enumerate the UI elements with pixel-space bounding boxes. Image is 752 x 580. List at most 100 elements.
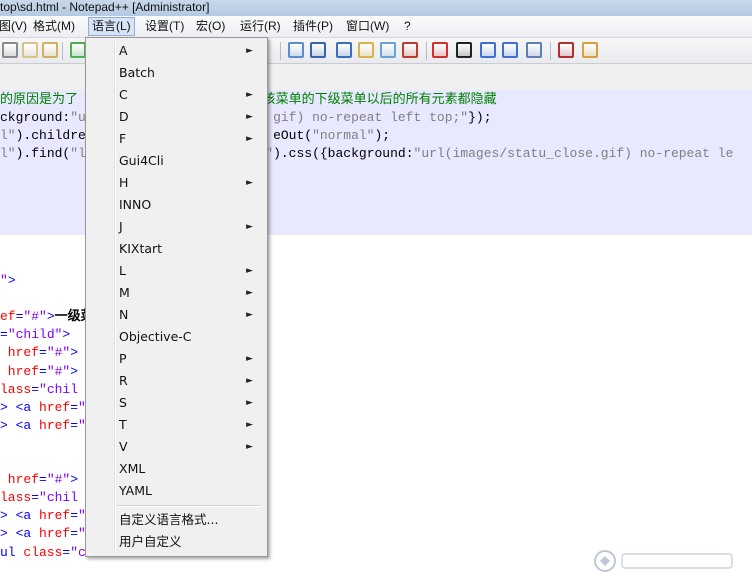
window-title-bar: top\sd.html - Notepad++ [Administrator] [0, 0, 752, 16]
user-defined-item[interactable]: 用户自定义 [88, 531, 263, 553]
code-token: }); [468, 110, 492, 126]
code-token: > [46, 309, 55, 325]
menu-item-1[interactable]: 格式(M) [30, 18, 78, 35]
stop-record-icon[interactable] [456, 42, 472, 58]
language-menu-item-label: 自定义语言格式... [119, 512, 219, 527]
language-menu-item[interactable]: D ► [88, 106, 263, 128]
code-token: = [39, 472, 47, 488]
language-menu-item[interactable]: Batch [88, 62, 263, 84]
code-token: href [0, 472, 40, 488]
code-line[interactable]: lass="chil [0, 381, 78, 399]
language-menu-item[interactable]: XML [88, 458, 263, 480]
code-line[interactable]: > <a href=" [0, 525, 86, 543]
code-line[interactable]: ="child"> [0, 326, 70, 344]
code-token: > [70, 363, 79, 379]
menu-item-0[interactable]: 图(V) [0, 18, 30, 35]
code-token: > [70, 345, 79, 361]
menu-item-6[interactable]: 插件(P) [290, 18, 336, 35]
code-token: href [39, 417, 71, 433]
pilcrow-icon[interactable] [310, 42, 326, 58]
code-token: l" [0, 146, 16, 162]
submenu-arrow-icon: ► [246, 178, 253, 188]
menu-item-3[interactable]: 设置(T) [142, 18, 187, 35]
code-token: = [39, 363, 47, 379]
code-line[interactable]: ef="#">一级菜 [0, 308, 94, 326]
language-menu-item-label: T [119, 417, 127, 432]
language-menu-item[interactable]: T ► [88, 414, 263, 436]
spellcheck-options-icon[interactable] [582, 42, 598, 58]
language-menu-item[interactable]: R ► [88, 370, 263, 392]
save-macro-icon[interactable] [526, 42, 542, 58]
code-token: > [62, 327, 71, 343]
language-menu-item[interactable]: J ► [88, 216, 263, 238]
language-menu-item[interactable]: INNO [88, 194, 263, 216]
code-line[interactable]: href="#"> [0, 471, 78, 489]
run-multiple-icon[interactable] [502, 42, 518, 58]
toolbar-separator [280, 42, 281, 60]
code-line[interactable]: href="#"> [0, 344, 78, 362]
code-token: = [70, 399, 79, 415]
menu-item-4[interactable]: 宏(O) [193, 18, 228, 35]
code-token: href [0, 363, 40, 379]
copy-icon[interactable] [22, 42, 38, 58]
wrap-icon[interactable] [288, 42, 304, 58]
language-menu-item[interactable]: KIXtart [88, 238, 263, 260]
code-line[interactable]: > <a href=" [0, 507, 86, 525]
code-token: > <a [0, 417, 40, 433]
language-menu-item[interactable]: S ► [88, 392, 263, 414]
play-macro-icon[interactable] [480, 42, 496, 58]
code-token: = [70, 508, 79, 524]
paste-icon[interactable] [42, 42, 58, 58]
language-menu-item-label: V [119, 439, 128, 454]
menu-item-8[interactable]: ? [401, 18, 414, 35]
code-token: "l [70, 146, 86, 162]
code-token: ).find( [15, 146, 71, 162]
language-menu-item[interactable]: L ► [88, 260, 263, 282]
function-list-icon[interactable] [380, 42, 396, 58]
submenu-arrow-icon: ► [246, 398, 253, 408]
submenu-arrow-icon: ► [246, 288, 253, 298]
fold-icon[interactable] [402, 42, 418, 58]
cut-icon[interactable] [2, 42, 18, 58]
toolbar-separator [62, 42, 63, 60]
language-menu-item[interactable]: H ► [88, 172, 263, 194]
indent-guide-icon[interactable] [336, 42, 352, 58]
language-menu-item-label: J [119, 219, 123, 234]
submenu-arrow-icon: ► [246, 46, 253, 56]
language-menu-item[interactable]: Objective-C [88, 326, 263, 348]
code-line[interactable]: "> [0, 272, 16, 290]
language-menu-item[interactable]: A ► [88, 40, 263, 62]
code-line[interactable]: lass="chil [0, 489, 78, 507]
language-menu-item[interactable]: V ► [88, 436, 263, 458]
code-token: "chil [39, 490, 79, 506]
code-token: > <a [0, 526, 40, 542]
code-token: > [7, 273, 16, 288]
code-line[interactable]: > <a href=" [0, 417, 86, 435]
code-token: = [70, 526, 79, 542]
record-macro-icon[interactable] [432, 42, 448, 58]
define-language-item[interactable]: 自定义语言格式... [88, 509, 263, 531]
language-menu-item[interactable]: F ► [88, 128, 263, 150]
language-dropdown-menu: A ► Batch C ► D ► F ► Gui4Cli H ► INNO J ► KIXtart L ► M ► N… [85, 37, 268, 557]
language-menu-item[interactable]: N ► [88, 304, 263, 326]
menu-item-7[interactable]: 窗口(W) [343, 18, 392, 35]
language-menu-item[interactable]: P ► [88, 348, 263, 370]
code-line[interactable]: > <a href=" [0, 399, 86, 417]
menu-separator [117, 505, 261, 507]
language-menu-item[interactable]: YAML [88, 480, 263, 502]
language-menu-item[interactable]: M ► [88, 282, 263, 304]
language-menu-item[interactable]: Gui4Cli [88, 150, 263, 172]
code-line[interactable]: href="#"> [0, 363, 78, 381]
language-menu-item-label: YAML [119, 483, 152, 498]
spellcheck-icon[interactable] [558, 42, 574, 58]
code-token: "chil [39, 381, 79, 397]
language-menu-item-label: Gui4Cli [119, 153, 164, 168]
undo-icon[interactable] [70, 42, 86, 58]
submenu-arrow-icon: ► [246, 354, 253, 364]
doc-map-icon[interactable] [358, 42, 374, 58]
submenu-arrow-icon: ► [246, 310, 253, 320]
menu-item-2[interactable]: 语言(L) [88, 17, 135, 36]
language-menu-item[interactable]: C ► [88, 84, 263, 106]
menu-item-5[interactable]: 运行(R) [237, 18, 284, 35]
menu-bar: 图(V) 格式(M) 语言(L) 设置(T) 宏(O) 运行(R) 插件(P) 窗口(W)? [0, 16, 752, 38]
